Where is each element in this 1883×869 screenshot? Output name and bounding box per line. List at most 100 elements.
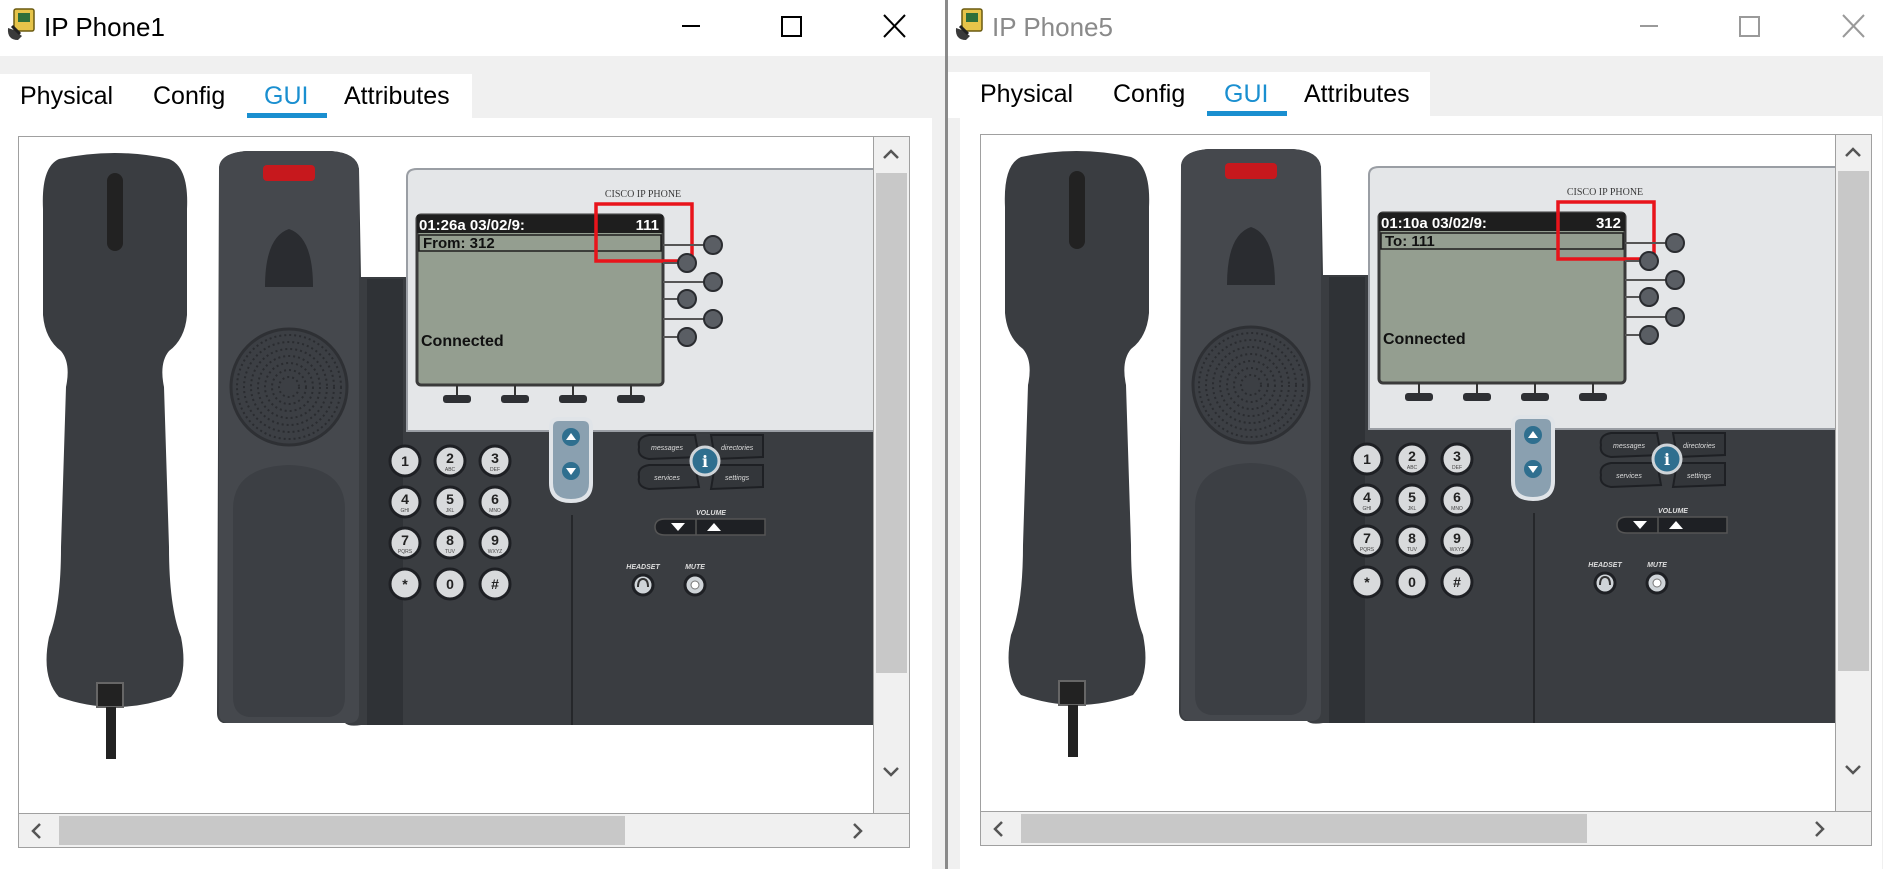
line-key-3[interactable] — [1665, 270, 1685, 290]
keypad-letters: JKL — [1408, 506, 1417, 512]
keypad-digit: 0 — [446, 576, 454, 592]
packet-tracer-phone-icon — [7, 8, 35, 40]
keypad-digit: * — [402, 576, 408, 592]
lcd-call-status: Connected — [1383, 331, 1466, 348]
keypad-letters: TUV — [445, 549, 456, 555]
tab-physical[interactable]: Physical — [20, 82, 113, 111]
window-ip-phone1: IP Phone1 Physical Config GUI Attributes… — [0, 0, 945, 869]
keypad-digit: 2 — [1408, 448, 1416, 464]
keypad-digit: 1 — [1363, 451, 1371, 467]
tab-config[interactable]: Config — [1113, 80, 1185, 109]
horizontal-scroll-thumb[interactable] — [59, 816, 625, 845]
softkey-1[interactable] — [443, 395, 471, 403]
scroll-up-button[interactable] — [1841, 141, 1865, 165]
titlebar[interactable]: IP Phone1 — [0, 0, 945, 56]
minimize-icon — [682, 25, 700, 27]
vertical-scrollbar[interactable] — [1836, 134, 1872, 812]
phone-viewport: CISCO IP PHONE 01:26a 03/02/9: 111 From: 31… — [18, 136, 874, 814]
maximize-icon — [781, 16, 802, 37]
keypad-digit: 0 — [1408, 574, 1416, 590]
vertical-scroll-thumb[interactable] — [876, 173, 907, 673]
softkey-2[interactable] — [501, 395, 529, 403]
scroll-down-button[interactable] — [879, 759, 903, 783]
handset-cord — [106, 707, 116, 759]
mute-icon — [690, 580, 700, 590]
line-key-1[interactable] — [1665, 233, 1685, 253]
window-ip-phone5: IP Phone5 Physical Config GUI Attributes… — [948, 0, 1883, 869]
softkey-4[interactable] — [1579, 393, 1607, 401]
chevron-right-icon — [853, 823, 863, 839]
keypad-digit: 8 — [446, 532, 454, 548]
softkey-1[interactable] — [1405, 393, 1433, 401]
line-key-1[interactable] — [703, 235, 723, 255]
softkey-3[interactable] — [559, 395, 587, 403]
maximize-button[interactable] — [1724, 6, 1774, 46]
lcd-extension: 111 — [636, 217, 659, 234]
scroll-right-button[interactable] — [1807, 817, 1831, 841]
keypad-digit: 7 — [401, 532, 409, 548]
keypad-digit: 4 — [401, 491, 409, 507]
tab-gui[interactable]: GUI — [264, 82, 308, 111]
directories-label: directories — [1683, 443, 1716, 450]
line-key-6[interactable] — [677, 327, 697, 347]
volume-rocker[interactable] — [1616, 516, 1728, 534]
close-button[interactable] — [1828, 6, 1878, 46]
gui-panel: CISCO IP PHONE 01:10a 03/02/9: 312 To: 111 C… — [960, 116, 1882, 869]
titlebar[interactable]: IP Phone5 — [948, 0, 1883, 56]
tab-gui[interactable]: GUI — [1224, 80, 1268, 109]
line-key-3[interactable] — [703, 272, 723, 292]
horizontal-scroll-thumb[interactable] — [1021, 814, 1587, 843]
handset-cord-jack — [1058, 680, 1086, 706]
lcd-extension: 312 — [1596, 215, 1621, 232]
softkey-4[interactable] — [617, 395, 645, 403]
line-key-6[interactable] — [1639, 325, 1659, 345]
scroll-left-button[interactable] — [25, 819, 49, 843]
line-key-5[interactable] — [1665, 307, 1685, 327]
minimize-button[interactable] — [666, 6, 716, 46]
message-waiting-light — [1225, 163, 1277, 179]
scroll-down-button[interactable] — [1841, 757, 1865, 781]
scroll-up-button[interactable] — [879, 143, 903, 167]
packet-tracer-phone-icon — [955, 8, 983, 40]
tab-attributes[interactable]: Attributes — [1304, 80, 1410, 109]
keypad-letters: WXYZ — [1450, 547, 1464, 553]
keypad-digit: 3 — [1453, 448, 1461, 464]
scroll-left-button[interactable] — [987, 817, 1011, 841]
keypad-digit: 7 — [1363, 530, 1371, 546]
horizontal-scrollbar[interactable] — [18, 814, 910, 848]
tab-attributes[interactable]: Attributes — [344, 82, 450, 111]
close-button[interactable] — [869, 6, 919, 46]
softkey-3[interactable] — [1521, 393, 1549, 401]
handset-earpiece-slot — [107, 173, 123, 251]
brand-label: CISCO IP PHONE — [1567, 187, 1643, 198]
line-key-2[interactable] — [1639, 251, 1659, 271]
headset-label: HEADSET — [626, 564, 660, 571]
scroll-right-button[interactable] — [845, 819, 869, 843]
softkey-2[interactable] — [1463, 393, 1491, 401]
line-key-4[interactable] — [677, 289, 697, 309]
maximize-button[interactable] — [766, 6, 816, 46]
phone-viewport: CISCO IP PHONE 01:10a 03/02/9: 312 To: 111 C… — [980, 134, 1836, 812]
vertical-scroll-thumb[interactable] — [1838, 171, 1869, 671]
tab-config[interactable]: Config — [153, 82, 225, 111]
volume-label: VOLUME — [1658, 508, 1688, 515]
chevron-down-icon — [883, 767, 899, 777]
message-waiting-light — [263, 165, 315, 181]
horizontal-scrollbar[interactable] — [980, 812, 1872, 846]
minimize-icon — [1640, 25, 1658, 27]
keypad-digit: 3 — [491, 450, 499, 466]
line-key-4[interactable] — [1639, 287, 1659, 307]
line-key-2[interactable] — [677, 253, 697, 273]
handset-earpiece-slot — [1069, 171, 1085, 249]
volume-rocker[interactable] — [654, 518, 766, 536]
chevron-left-icon — [993, 821, 1003, 837]
mute-label: MUTE — [685, 564, 705, 571]
lcd-datetime: 01:10a 03/02/9: — [1381, 215, 1487, 232]
line-key-5[interactable] — [703, 309, 723, 329]
keypad-digit: 9 — [491, 532, 499, 548]
keypad-digit: 5 — [446, 491, 454, 507]
minimize-button[interactable] — [1624, 6, 1674, 46]
vertical-scrollbar[interactable] — [874, 136, 910, 814]
tab-physical[interactable]: Physical — [980, 80, 1073, 109]
keypad-digit: 1 — [401, 453, 409, 469]
